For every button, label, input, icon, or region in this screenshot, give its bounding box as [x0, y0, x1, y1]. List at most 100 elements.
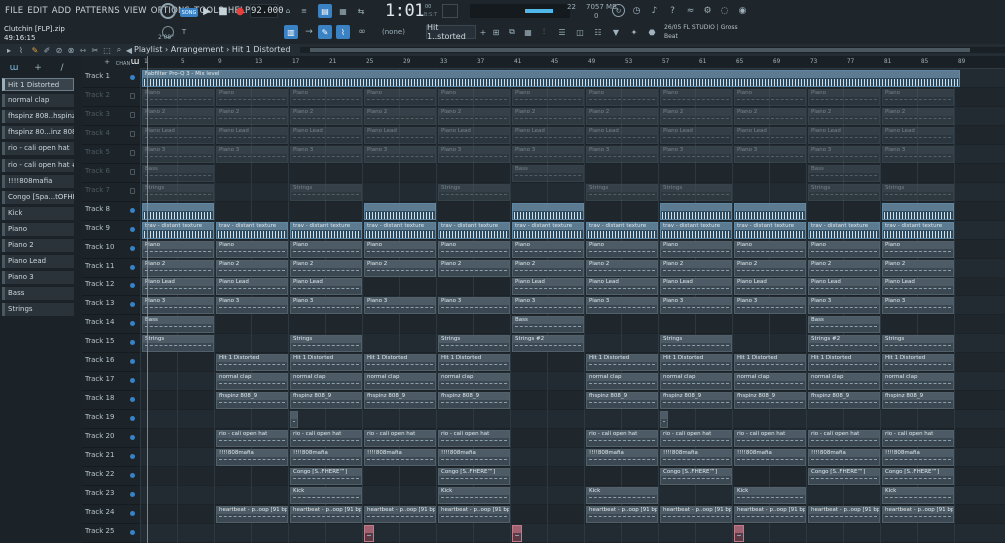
crumb-playlist[interactable]: Playlist — [134, 45, 162, 54]
pattern-clip[interactable]: rio - cali open hat — [216, 430, 288, 448]
pattern-clip[interactable]: Piano Lead — [290, 126, 362, 144]
pattern-clip[interactable]: Strings — [882, 335, 954, 353]
pattern-clip[interactable]: fhspinz 808_9 — [290, 392, 362, 410]
magnet-small-icon[interactable]: ⌇ — [16, 44, 26, 56]
pattern-clip[interactable]: Piano — [808, 240, 880, 258]
lock-icon[interactable] — [130, 130, 135, 137]
track-header[interactable]: Track 10 — [82, 240, 140, 259]
track-header[interactable]: Track 16 — [82, 353, 140, 373]
pattern-clip[interactable]: Piano 3 — [734, 145, 806, 163]
slip-tool-icon[interactable]: ⇿ — [78, 44, 88, 56]
tempo-display[interactable]: 92.000 — [250, 4, 284, 18]
pattern-clip[interactable]: normal clap — [290, 373, 362, 391]
pattern-clip[interactable]: normal clap — [364, 373, 436, 391]
pattern-clip[interactable]: Congo [S..FHERE™] — [438, 467, 510, 485]
pattern-clip[interactable]: Piano 3 — [808, 297, 880, 315]
pattern-clip[interactable]: Piano — [142, 240, 214, 258]
track-header[interactable]: Track 18 — [82, 391, 140, 411]
select-tool-icon[interactable]: ⬚ — [102, 44, 112, 56]
script-icon[interactable]: ☷ — [592, 26, 604, 38]
pattern-clip[interactable]: fhspinz 808_9 — [586, 392, 658, 410]
help-icon[interactable]: ? — [666, 4, 679, 17]
pattern-icon[interactable]: ɯ — [130, 57, 140, 67]
pattern-clip[interactable]: Bass — [512, 316, 584, 334]
channel-button[interactable]: fhspinz 808..hspinz 808_9 — [2, 110, 74, 124]
pattern-clip[interactable]: !!!!808mafia — [808, 449, 880, 466]
track-header[interactable]: Track 12 — [82, 277, 140, 297]
plugin-icon[interactable]: ⚙ — [701, 4, 714, 17]
pattern-clip[interactable]: Strings — [660, 335, 732, 353]
pattern-clip[interactable] — [364, 202, 436, 220]
track-enable-icon[interactable] — [130, 245, 135, 251]
pattern-clip[interactable]: Hit 1 Distorted — [438, 354, 510, 372]
pattern-clip[interactable]: Piano 2 — [808, 107, 880, 125]
pattern-clip[interactable]: Strings — [290, 183, 362, 201]
scrollbar-thumb[interactable] — [310, 48, 970, 52]
pattern-clip[interactable]: Piano — [882, 88, 954, 106]
track-header[interactable]: Track 22 — [82, 467, 140, 486]
pitch-icon[interactable]: T — [180, 28, 188, 36]
track-enable-icon[interactable] — [130, 472, 135, 478]
stop-icon[interactable]: ■ — [217, 5, 229, 17]
refresh-icon[interactable]: ↻ — [612, 4, 625, 17]
pattern-clip[interactable]: Bass — [512, 164, 584, 182]
track-header[interactable]: Track 13 — [82, 296, 140, 316]
pencil-tool-icon[interactable]: ✎ — [30, 44, 40, 56]
pattern-clip[interactable]: heartbeat - p..oop [91 bpm] — [660, 505, 732, 523]
pattern-clip[interactable]: Kick — [290, 486, 362, 504]
track-enable-icon[interactable] — [130, 264, 135, 270]
pattern-clip[interactable]: !!!!808mafia — [216, 449, 288, 466]
pattern-selector[interactable]: Hit 1..storted — [426, 23, 476, 41]
mute-tool-icon[interactable]: ⊗ — [66, 44, 76, 56]
metronome-icon[interactable]: ⌂ — [283, 5, 293, 17]
pattern-clip[interactable]: trav - distant texture — [660, 221, 732, 239]
pattern-clip[interactable]: Bass — [142, 164, 214, 182]
pattern-clip[interactable]: Hit 1 Distorted — [364, 354, 436, 372]
track-enable-icon[interactable] — [130, 529, 135, 535]
pattern-clip[interactable]: Piano 2 — [290, 259, 362, 277]
horizontal-scrollbar[interactable] — [300, 47, 1005, 53]
speaker-icon[interactable]: ◀ — [124, 44, 134, 56]
arrow-right-icon[interactable]: → — [303, 25, 315, 39]
channel-button[interactable]: Bass — [2, 287, 74, 301]
menu-patterns[interactable]: PATTERNS — [73, 6, 122, 16]
pattern-clip[interactable]: Piano 2 — [586, 259, 658, 277]
pattern-clip[interactable]: Congo [S..FHERE™] — [290, 467, 362, 485]
pattern-clip[interactable]: Strings — [586, 183, 658, 201]
pattern-clip[interactable]: Hit 1 Distorted — [660, 354, 732, 372]
picker-audio-icon[interactable]: + — [32, 63, 44, 73]
channel-button[interactable]: Piano Lead — [2, 255, 74, 269]
pattern-clip[interactable]: Piano 2 — [438, 259, 510, 277]
pattern-clip[interactable]: !!!!808mafia — [660, 449, 732, 466]
pattern-clip[interactable]: heartbeat - p..oop [91 bpm] — [734, 505, 806, 523]
pattern-clip[interactable]: Bass — [808, 164, 880, 182]
pattern-clip[interactable]: Piano — [512, 88, 584, 106]
pattern-clip[interactable]: heartbeat - p..oop [91 bpm] — [290, 505, 362, 523]
picker-patterns-icon[interactable]: ɯ — [8, 63, 20, 73]
pattern-clip[interactable]: Piano Lead — [290, 278, 362, 296]
pattern-clip[interactable]: Bass — [808, 316, 880, 334]
pattern-clip[interactable] — [660, 411, 668, 429]
track-header[interactable]: Track 17 — [82, 372, 140, 392]
pattern-clip[interactable]: rio - cali open hat — [882, 430, 954, 448]
track-header[interactable]: Track 5 — [82, 145, 140, 164]
pattern-clip[interactable]: Strings — [438, 183, 510, 201]
pattern-clip[interactable]: trav - distant texture — [216, 221, 288, 239]
browser-icon[interactable]: ☰ — [556, 26, 568, 38]
pattern-clip[interactable]: heartbeat - p..oop [91 bpm] — [586, 505, 658, 523]
crumb-pattern[interactable]: Hit 1 Distorted — [232, 45, 291, 54]
channel-button[interactable]: rio - cali open hat #2 — [2, 158, 74, 172]
pattern-clip[interactable]: Piano — [734, 240, 806, 258]
pattern-clip[interactable]: Piano 2 — [660, 107, 732, 125]
track-enable-icon[interactable] — [130, 75, 135, 80]
track-header[interactable]: Track 14 — [82, 315, 140, 335]
pattern-clip[interactable] — [734, 202, 806, 220]
channel-button[interactable]: fhspinz 80...inz 808_9 #2 — [2, 126, 74, 140]
track-enable-icon[interactable] — [130, 321, 135, 327]
pattern-clip[interactable]: rio - cali open hat — [808, 430, 880, 448]
pattern-clip[interactable]: Piano Lead — [512, 278, 584, 296]
pattern-clip[interactable]: trav - distant texture — [586, 221, 658, 239]
pattern-clip[interactable]: Piano Lead — [512, 126, 584, 144]
pattern-clip[interactable]: fhspinz 808_9 — [660, 392, 732, 410]
pattern-clip[interactable]: rio - cali open hat — [660, 430, 732, 448]
